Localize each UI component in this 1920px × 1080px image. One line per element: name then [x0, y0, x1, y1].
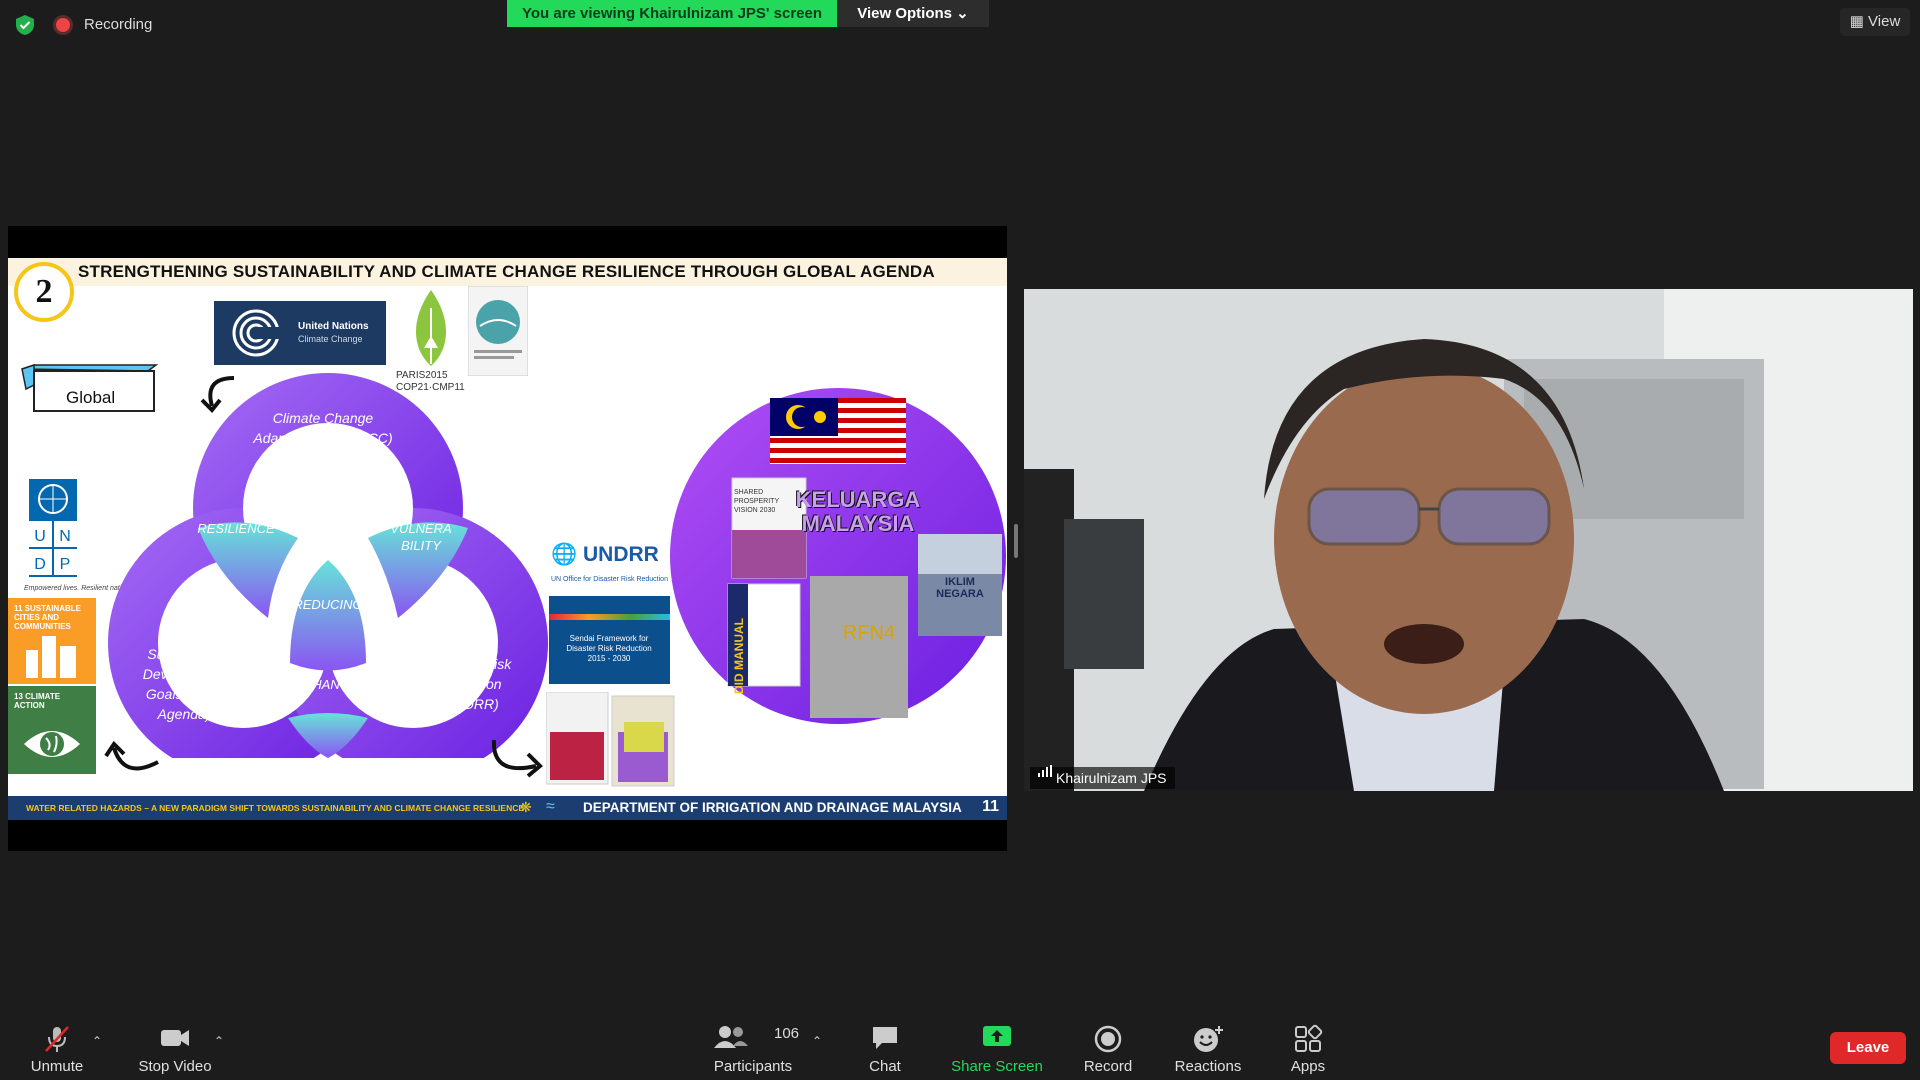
- sendai-color-stripe: [549, 614, 670, 620]
- did-manual-label: DID MANUAL: [732, 618, 746, 694]
- undrr-subtitle: UN Office for Disaster Risk Reduction: [551, 576, 668, 583]
- venn-label-drr: Disaster Risk Reduction (SFDRR): [428, 656, 512, 712]
- svg-text:D: D: [34, 556, 46, 573]
- undrr-name: UNDRR: [583, 543, 659, 566]
- jps-crest-icon: ❋: [520, 799, 532, 815]
- record-button[interactable]: Record: [1053, 1010, 1163, 1080]
- curved-arrow-icon: [200, 376, 235, 413]
- malaysia-policy-circle: [670, 388, 1006, 724]
- chat-button[interactable]: Chat: [830, 1010, 940, 1080]
- stop-video-label: Stop Video: [138, 1058, 212, 1075]
- slide-footer: WATER RELATED HAZARDS – A NEW PARADIGM S…: [8, 796, 1007, 820]
- reactions-smiley-icon: [1194, 1026, 1223, 1052]
- record-label: Record: [1083, 1058, 1133, 1075]
- video-options-caret-icon[interactable]: ⌃: [214, 1034, 224, 1048]
- view-options-button[interactable]: View Options ⌄: [837, 0, 989, 27]
- undp-logo: U N D P: [29, 479, 77, 577]
- panel-resize-handle[interactable]: [1014, 524, 1018, 558]
- svg-text:N: N: [59, 528, 71, 545]
- curved-arrow-icon: [491, 739, 543, 778]
- viewing-screen-banner: You are viewing Khairulnizam JPS' screen: [507, 0, 837, 27]
- venn-label-reducing: REDUCING: [293, 597, 363, 612]
- malaysia-flag-icon: [770, 398, 906, 464]
- rfn4-label: RFN4: [842, 622, 896, 644]
- report-thumbnails: [546, 692, 675, 787]
- presentation-slide: 2 STRENGTHENING SUSTAINABILITY AND CLIMA…: [8, 258, 1007, 820]
- view-options-label: View Options: [857, 5, 952, 22]
- sendai-framework-cover: Sendai Framework for Disaster Risk Reduc…: [549, 596, 670, 684]
- un-emblem-icon: 🌐: [551, 543, 578, 566]
- record-icon: [1094, 1025, 1122, 1053]
- participant-name-tag: Khairulnizam JPS: [1030, 765, 1175, 789]
- iklim-negara-label: IKLIM NEGARA: [936, 576, 984, 600]
- slide-title: STRENGTHENING SUSTAINABILITY AND CLIMATE…: [78, 262, 935, 281]
- curved-arrow-icon: [104, 740, 159, 771]
- recording-label: Recording: [84, 16, 153, 33]
- chat-bubble-icon: [873, 1027, 897, 1049]
- participant-video-feed: [1024, 289, 1913, 791]
- apps-button[interactable]: Apps: [1253, 1010, 1363, 1080]
- reactions-label: Reactions: [1174, 1058, 1242, 1075]
- sendai-title: Sendai Framework for Disaster Risk Reduc…: [566, 634, 652, 663]
- chat-label: Chat: [869, 1058, 901, 1075]
- venn-label-resilience: RESILIENCE: [197, 521, 275, 536]
- sdg-11-label: 11 SUSTAINABLE CITIES AND COMMUNITIES: [14, 604, 81, 631]
- venn-label-vulnerability: VULNERA BILITY: [390, 521, 452, 553]
- chevron-down-icon: ⌄: [956, 5, 969, 22]
- eye-globe-icon: [24, 731, 80, 757]
- participants-options-caret-icon[interactable]: ⌃: [812, 1034, 822, 1048]
- share-screen-label: Share Screen: [951, 1058, 1043, 1075]
- share-screen-button[interactable]: Share Screen: [942, 1010, 1052, 1080]
- slide-page-number: 11: [982, 798, 999, 815]
- unfccc-logo-title: United Nations: [298, 321, 369, 332]
- sdg-11-icon: 11 SUSTAINABLE CITIES AND COMMUNITIES: [8, 598, 96, 684]
- venn-label-enhance: ENHANCE: [294, 677, 358, 692]
- sdg-13-label: 13 CLIMATE ACTION: [14, 692, 61, 710]
- participant-name: Khairulnizam JPS: [1056, 770, 1167, 786]
- svg-text:P: P: [60, 556, 71, 573]
- recording-indicator-icon[interactable]: [56, 18, 70, 32]
- shared-screen[interactable]: 2 STRENGTHENING SUSTAINABILITY AND CLIMA…: [8, 226, 1007, 851]
- view-button[interactable]: ▦ View: [1840, 8, 1910, 36]
- view-button-label: View: [1868, 13, 1901, 30]
- city-buildings-icon: [26, 636, 76, 678]
- share-screen-icon: [983, 1026, 1011, 1046]
- venn-label-climate-adaptation: Climate Change Adaptation (UNFCCC): [253, 410, 393, 446]
- participants-button[interactable]: Participants: [698, 1010, 808, 1080]
- slide-section-number: 2: [14, 262, 74, 322]
- rfn4-cover: [810, 576, 908, 718]
- participants-label: Participants: [713, 1058, 793, 1075]
- slide-footer-right: DEPARTMENT OF IRRIGATION AND DRAINAGE MA…: [583, 800, 962, 815]
- slide-footer-left: WATER RELATED HAZARDS – A NEW PARADIGM S…: [26, 803, 525, 813]
- venn-label-sdg: Sustainable Development Goals (2030 Agen…: [142, 646, 226, 722]
- video-camera-icon: [161, 1030, 189, 1046]
- participant-video-tile[interactable]: Khairulnizam JPS: [1024, 289, 1913, 791]
- security-shield-icon[interactable]: [14, 14, 36, 36]
- apps-grid-icon: [1295, 1024, 1323, 1052]
- sdg-13-icon: 13 CLIMATE ACTION: [8, 686, 96, 774]
- undrr-logo: 🌐 UNDRR: [551, 543, 659, 567]
- unmute-label: Unmute: [30, 1058, 84, 1075]
- waves-icon: ≈: [546, 798, 555, 815]
- participants-icon: [714, 1026, 748, 1048]
- grid-icon: ▦: [1849, 13, 1864, 30]
- audio-options-caret-icon[interactable]: ⌃: [92, 1034, 102, 1048]
- reactions-button[interactable]: Reactions: [1153, 1010, 1263, 1080]
- signal-strength-icon: [1038, 761, 1052, 783]
- meeting-toolbar: Unmute ⌃ Stop Video ⌃ Participants 106 ⌃…: [0, 1010, 1920, 1080]
- microphone-muted-icon: [45, 1026, 69, 1052]
- participant-count: 106: [774, 1025, 800, 1042]
- vision-2030-label: SHARED PROSPERITY VISION 2030: [734, 489, 779, 514]
- svg-text:U: U: [34, 528, 46, 545]
- apps-label: Apps: [1290, 1058, 1326, 1075]
- leave-button[interactable]: Leave: [1830, 1032, 1906, 1064]
